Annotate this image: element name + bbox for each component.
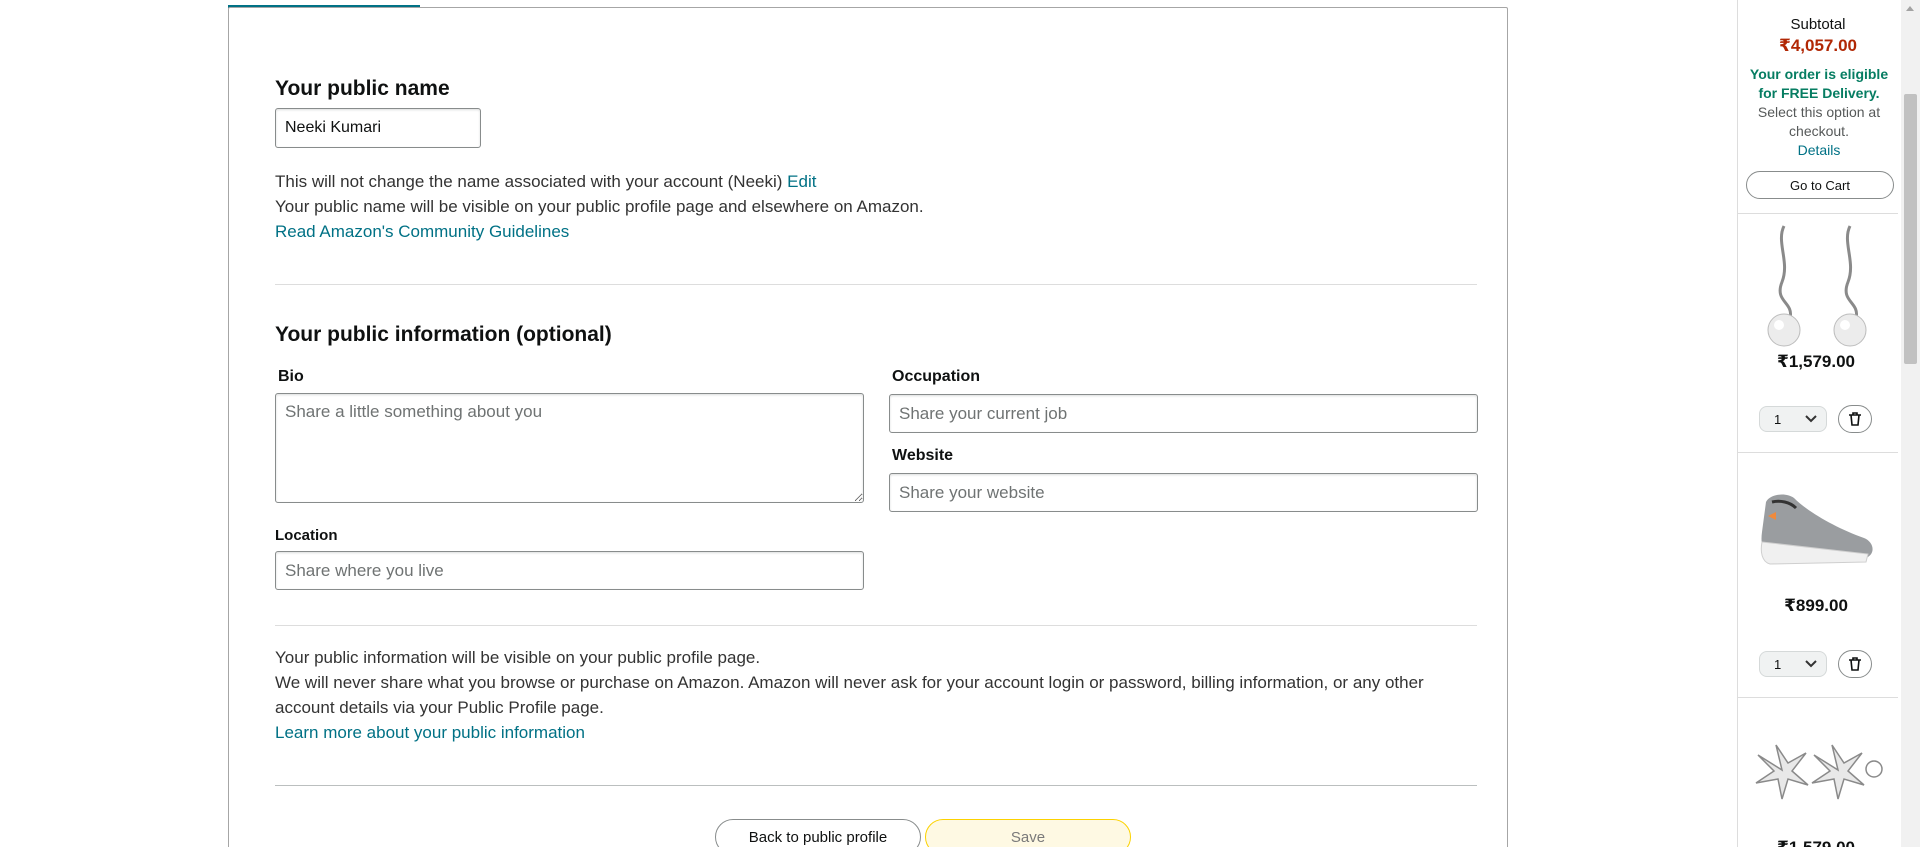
occupation-input[interactable]	[889, 394, 1478, 433]
account-name-note-text: This will not change the name associated…	[275, 172, 783, 191]
edit-profile-card: Your public name This will not change th…	[228, 7, 1508, 847]
public-name-input[interactable]	[275, 108, 481, 148]
quantity-value: 1	[1774, 656, 1782, 672]
subtotal-label: Subtotal	[1790, 16, 1846, 33]
cart-separator	[1738, 697, 1898, 698]
chevron-down-icon	[1805, 660, 1817, 668]
delete-item-button[interactable]	[1838, 405, 1872, 433]
location-label: Location	[275, 527, 338, 544]
public-name-info: This will not change the name associated…	[275, 169, 1425, 244]
actions-divider	[275, 785, 1477, 786]
cart-separator	[1738, 452, 1898, 453]
section-divider	[275, 625, 1477, 626]
learn-more-public-info-link[interactable]: Learn more about your public information	[275, 720, 1445, 745]
edit-account-name-link[interactable]: Edit	[787, 172, 816, 191]
account-name-note: This will not change the name associated…	[275, 169, 1425, 194]
scrollbar-thumb[interactable]	[1904, 94, 1917, 364]
delivery-details-link[interactable]: Details	[1746, 141, 1892, 160]
item-price: ₹899.00	[1784, 596, 1848, 615]
bio-textarea[interactable]	[275, 393, 864, 503]
chevron-down-icon	[1805, 415, 1817, 423]
location-input[interactable]	[275, 551, 864, 590]
free-delivery-rest: Select this option at checkout.	[1757, 104, 1881, 139]
pearl-earrings-icon[interactable]	[1746, 222, 1892, 352]
public-name-visibility-note: Your public name will be visible on your…	[275, 197, 924, 216]
flower-earrings-icon[interactable]	[1746, 735, 1892, 805]
go-to-cart-button[interactable]: Go to Cart	[1746, 171, 1894, 199]
cart-separator	[1738, 213, 1898, 214]
delete-item-button[interactable]	[1838, 650, 1872, 678]
save-button[interactable]: Save	[925, 819, 1131, 847]
free-delivery-bold: Your order is eligible for FREE Delivery…	[1749, 66, 1889, 101]
item-price: ₹1,579.00	[1746, 838, 1886, 847]
privacy-line-1: Your public information will be visible …	[275, 648, 761, 667]
privacy-line-2: We will never share what you browse or p…	[275, 673, 1424, 717]
grey-sneaker-icon[interactable]	[1746, 472, 1892, 582]
scroll-up-icon[interactable]	[1906, 6, 1914, 11]
public-info-heading: Your public information (optional)	[275, 323, 612, 346]
quantity-select[interactable]: 1	[1759, 406, 1827, 432]
website-input[interactable]	[889, 473, 1478, 512]
trash-icon	[1849, 657, 1861, 671]
website-label: Website	[892, 447, 954, 464]
mini-cart-sidebar: Subtotal ₹4,057.00 Your order is eligibl…	[1737, 0, 1901, 847]
back-to-profile-button[interactable]: Back to public profile	[715, 819, 921, 847]
item-price: ₹1,579.00	[1776, 352, 1855, 371]
section-divider	[275, 284, 1477, 285]
quantity-value: 1	[1774, 411, 1782, 427]
page-scrollbar[interactable]	[1901, 0, 1920, 847]
quantity-select[interactable]: 1	[1759, 651, 1827, 677]
public-name-heading: Your public name	[275, 77, 450, 100]
public-info-privacy-note: Your public information will be visible …	[275, 645, 1445, 745]
subtotal-value: ₹4,057.00	[1778, 36, 1857, 55]
bio-label: Bio	[278, 368, 304, 385]
occupation-label: Occupation	[892, 368, 981, 385]
trash-icon	[1849, 412, 1861, 426]
community-guidelines-link[interactable]: Read Amazon's Community Guidelines	[275, 219, 1425, 244]
free-delivery-note: Your order is eligible for FREE Delivery…	[1746, 65, 1892, 160]
